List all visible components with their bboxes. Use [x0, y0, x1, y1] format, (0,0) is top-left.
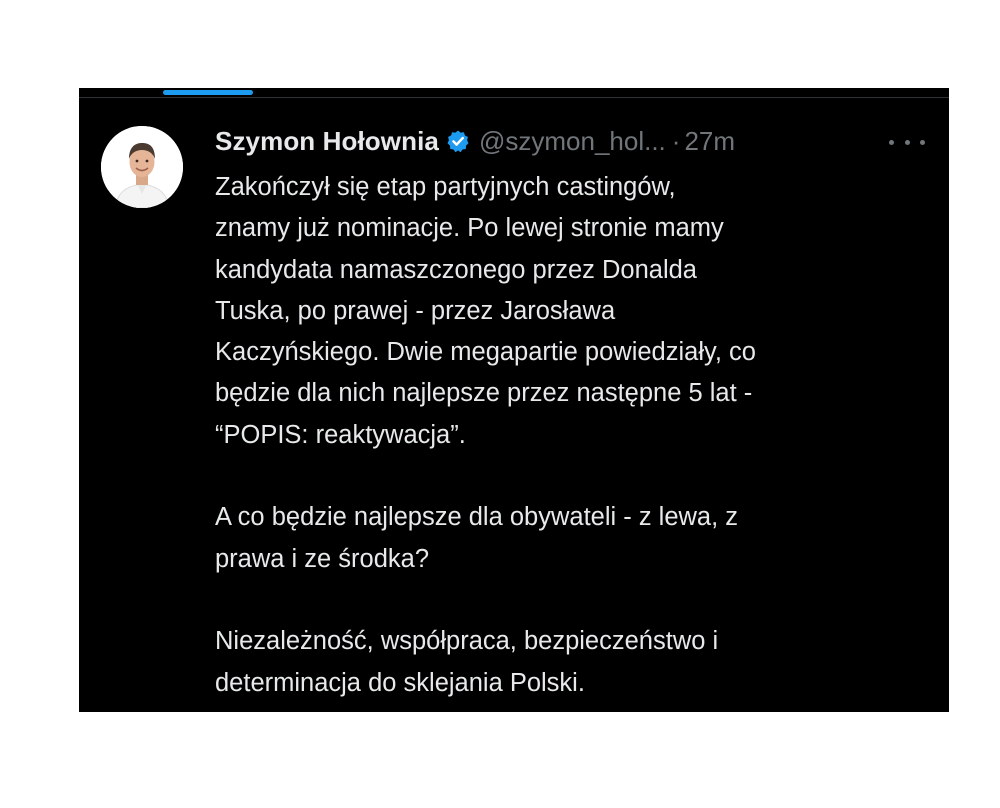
more-options-icon[interactable] [889, 132, 925, 152]
active-tab-indicator [163, 90, 253, 95]
author-display-name[interactable]: Szymon Hołownia [215, 126, 439, 157]
tweet-line: Niezależność, współpraca, bezpieczeństwo… [215, 627, 719, 656]
tweet-paragraph: Niezależność, współpraca, bezpieczeństwo… [215, 621, 935, 704]
more-dot [920, 139, 925, 145]
tweet-paragraph: A co będzie najlepsze dla obywateli - z … [215, 497, 935, 580]
tweet-line: Kaczyńskiego. Dwie megapartie powiedział… [215, 338, 756, 367]
tweet-paragraph: Zakończył się etap partyjnych castingów,… [215, 167, 935, 456]
screenshot-page: Szymon Hołownia @szymon_hol... · 27m Zak… [0, 0, 1000, 808]
tweet-line: Tuska, po prawej - przez Jarosława [215, 296, 616, 325]
avatar[interactable] [101, 126, 183, 208]
tweet-line: kandydata namaszczonego przez Donalda [215, 255, 697, 284]
tweet-timestamp[interactable]: 27m [684, 126, 735, 157]
header-separator: · [671, 125, 681, 156]
tweet-card[interactable]: Szymon Hołownia @szymon_hol... · 27m Zak… [79, 88, 949, 712]
tweet-line: A co będzie najlepsze dla obywateli - z … [215, 503, 739, 532]
tweet-line: prawa i ze środka? [215, 544, 430, 573]
tweet-line: determinacja do sklejania Polski. [215, 668, 585, 697]
avatar-photo-icon [101, 126, 183, 208]
tweet-line: znamy już nominacje. Po lewej stronie ma… [215, 214, 724, 243]
more-dot [889, 139, 894, 145]
tweet-header: Szymon Hołownia @szymon_hol... · 27m [215, 126, 925, 156]
tweet-line: będzie dla nich najlepsze przez następne… [215, 379, 753, 408]
tweet-line: Zakończył się etap partyjnych castingów, [215, 173, 676, 201]
tweet-text: Zakończył się etap partyjnych castingów,… [215, 167, 935, 704]
verified-badge-icon [446, 129, 470, 153]
author-handle[interactable]: @szymon_hol... [479, 126, 666, 157]
more-dot [904, 139, 910, 145]
tweet-line: “POPIS: reaktywacja”. [215, 420, 466, 449]
top-divider [79, 97, 949, 98]
